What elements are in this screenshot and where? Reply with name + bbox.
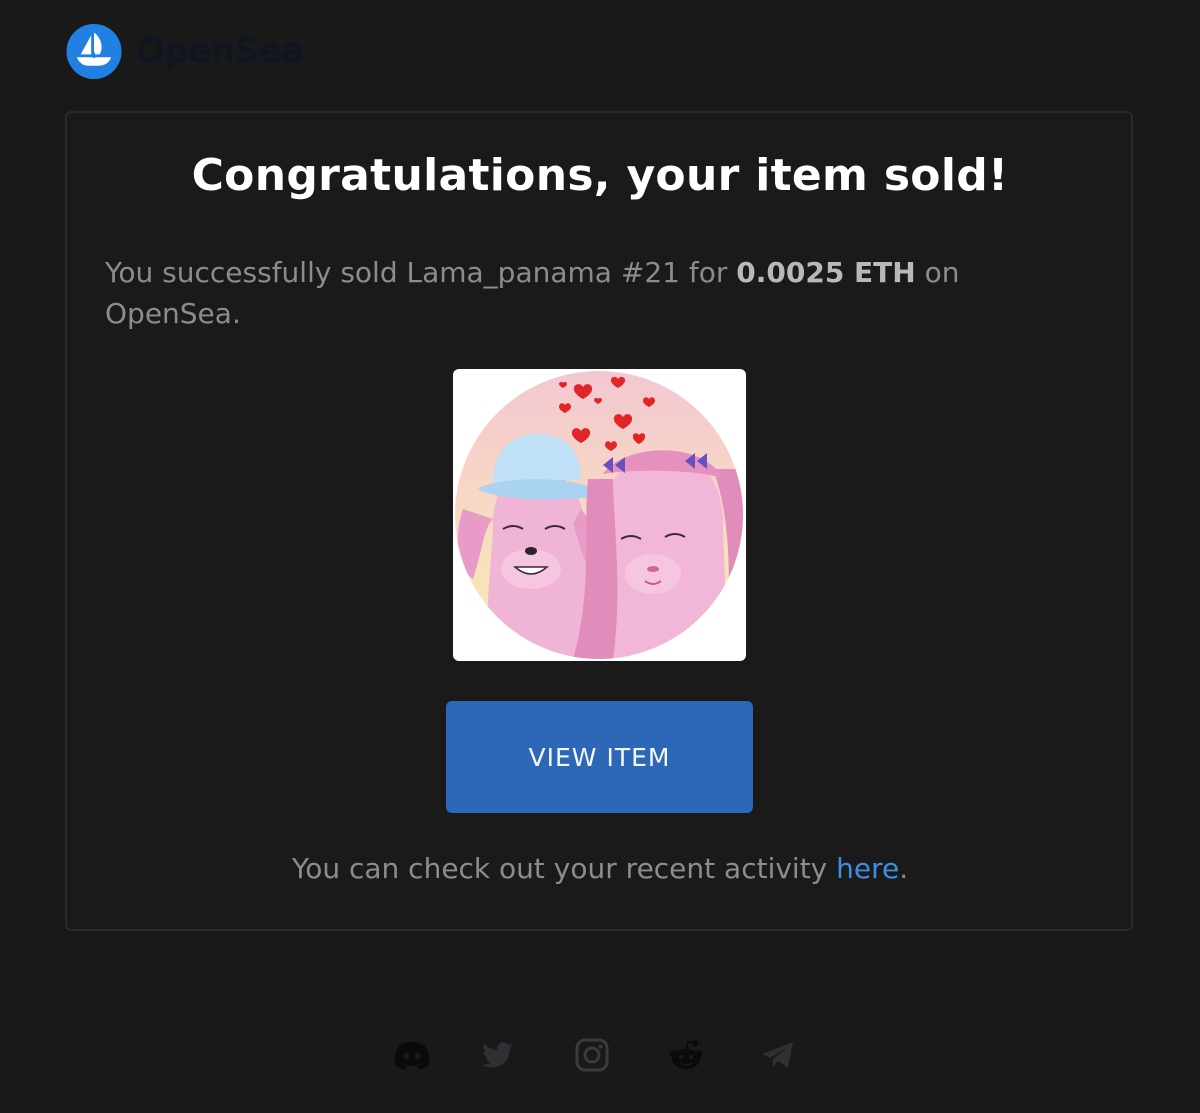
social-links <box>0 1035 1200 1075</box>
discord-icon[interactable] <box>392 1035 432 1075</box>
instagram-icon[interactable] <box>572 1035 612 1075</box>
brand-name: OpenSea <box>136 30 304 71</box>
opensea-logo[interactable]: OpenSea <box>64 23 304 80</box>
twitter-icon[interactable] <box>478 1035 518 1075</box>
email-page: OpenSea Congratulations, your item sold!… <box>0 0 1200 1113</box>
sale-amount: 0.0025 ETH <box>736 256 916 289</box>
reddit-icon[interactable] <box>666 1035 706 1075</box>
sale-message: You successfully sold Lama_panama #21 fo… <box>105 252 1005 334</box>
activity-text: You can check out your recent activity h… <box>0 852 1200 885</box>
nft-image[interactable] <box>453 369 746 661</box>
view-item-button[interactable]: VIEW ITEM <box>446 701 753 813</box>
card-title: Congratulations, your item sold! <box>191 150 1009 201</box>
telegram-icon[interactable] <box>758 1035 798 1075</box>
activity-suffix: . <box>899 852 909 885</box>
nft-artwork <box>455 371 743 659</box>
activity-prefix: You can check out your recent activity <box>291 852 837 885</box>
activity-here-link[interactable]: here <box>836 852 899 885</box>
opensea-ship-icon <box>66 23 122 80</box>
sale-message-prefix: You successfully sold Lama_panama #21 fo… <box>105 256 737 289</box>
